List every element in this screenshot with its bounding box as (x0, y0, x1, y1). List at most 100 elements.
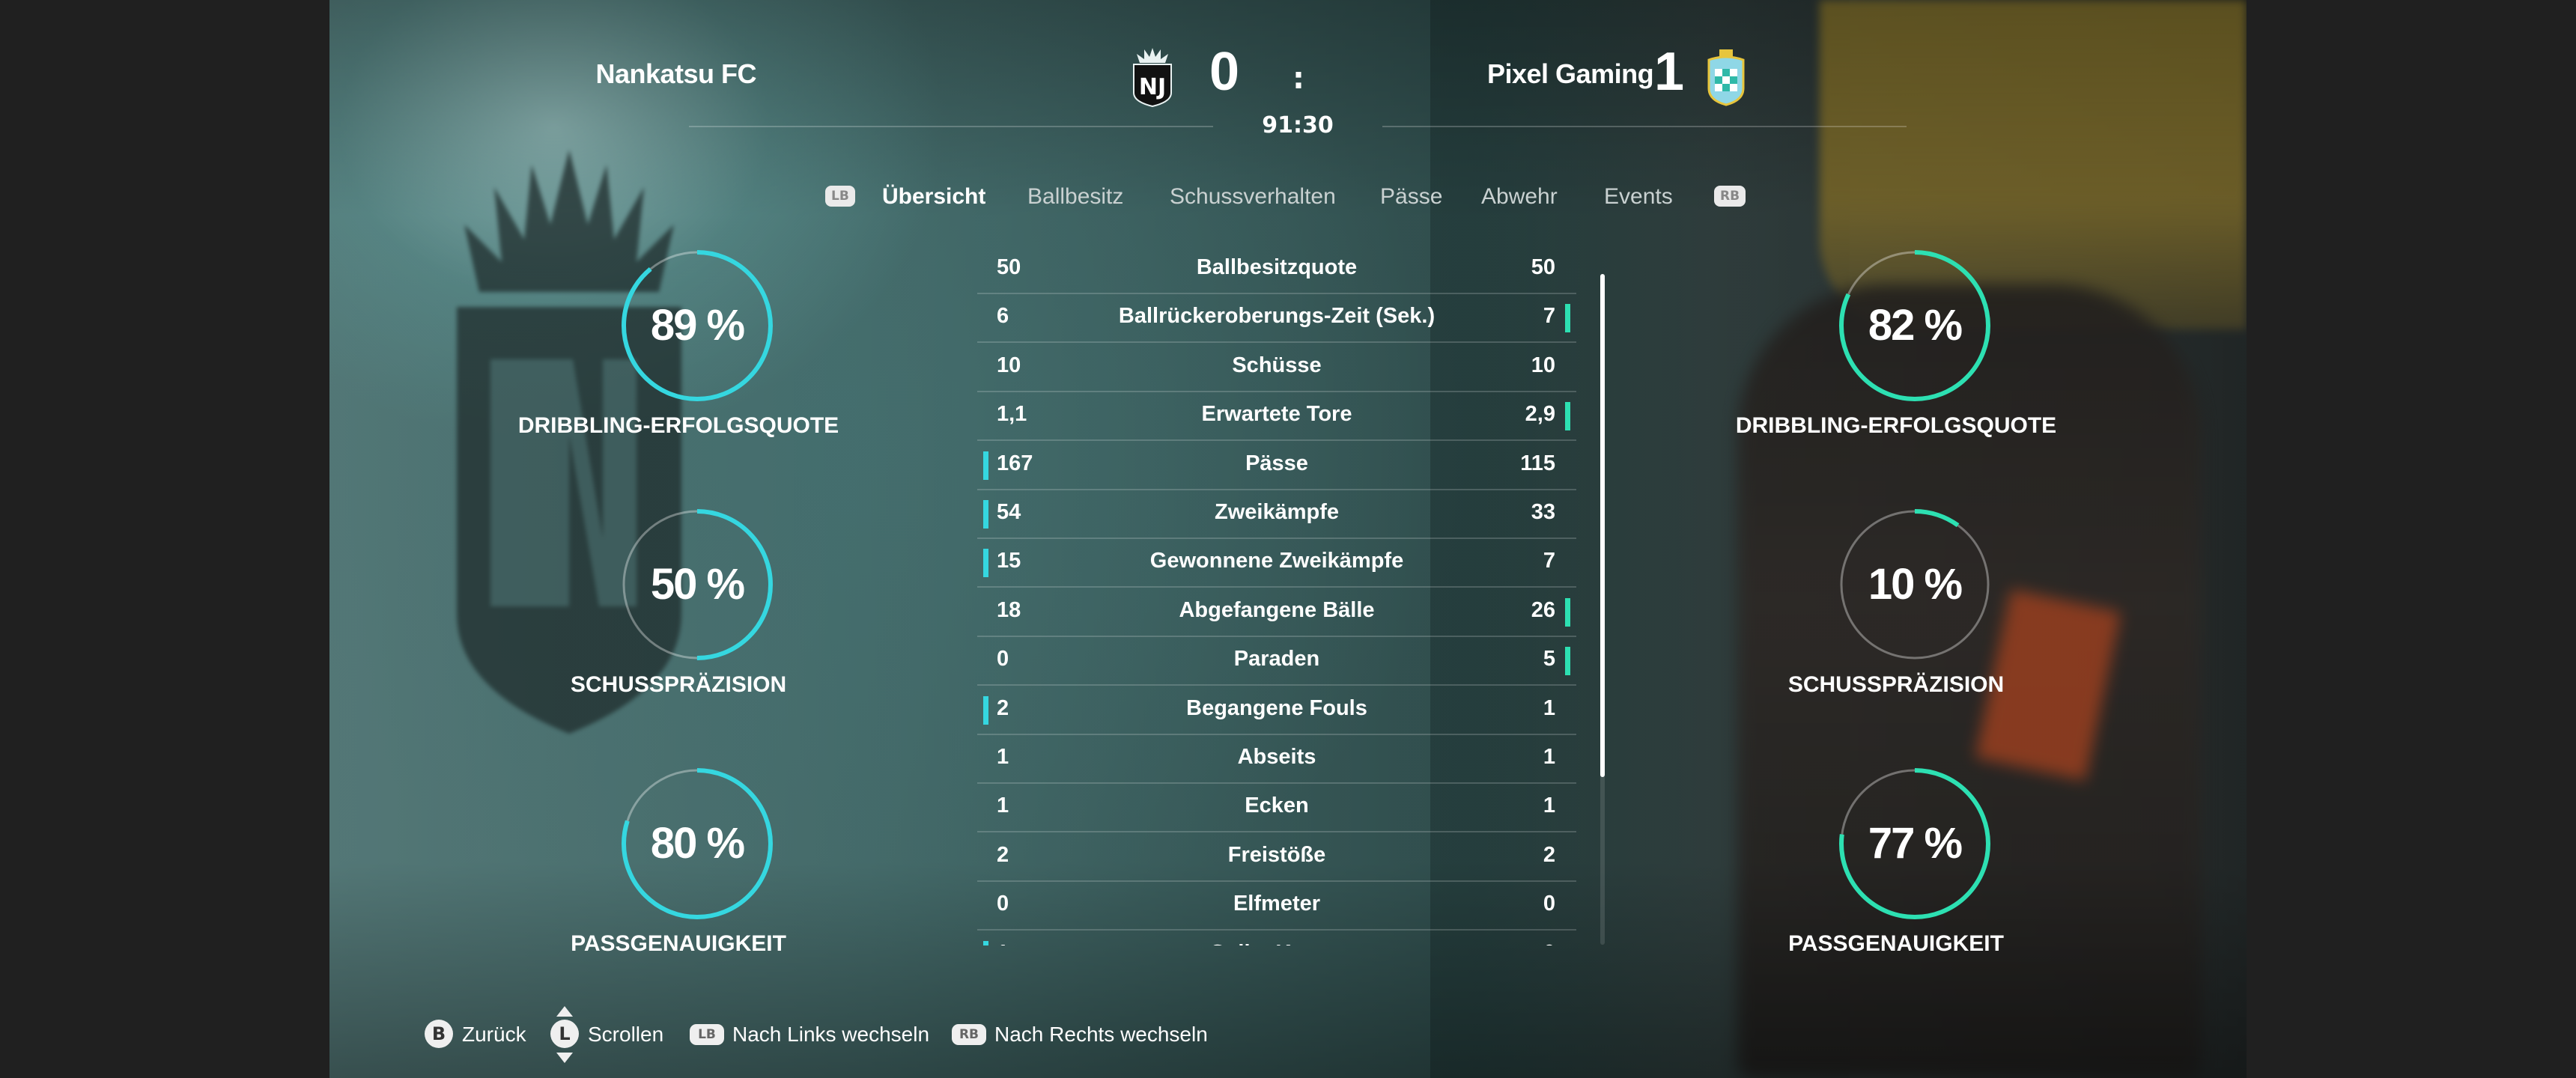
chevron-down-icon (556, 1053, 573, 1063)
gauge-value: 82 % (1868, 301, 1963, 350)
gauge-label: DRIBBLING-ERFOLGSQUOTE (517, 413, 839, 438)
chevron-up-icon (556, 1006, 573, 1017)
home-score: 0 (1209, 42, 1240, 102)
switch-right-label: Nach Rechts wechseln (994, 1023, 1208, 1046)
gauge-label: PASSGENAUIGKEIT (571, 931, 786, 956)
gauge-label: DRIBBLING-ERFOLGSQUOTE (1735, 413, 2057, 438)
stat-label: Elfmeter (1233, 892, 1321, 916)
stat-away-value: 1 (1543, 745, 1555, 769)
tab-ballbesitz[interactable]: Ballbesitz (1027, 184, 1123, 210)
stats-row: 1 Ecken 1 (977, 783, 1576, 833)
tab-events[interactable]: Events (1604, 184, 1673, 210)
stats-row: 10 Schüsse 10 (977, 343, 1576, 392)
stat-label: Gewonnene Zweikämpfe (1149, 549, 1404, 573)
stat-label: Erwartete Tore (1201, 402, 1352, 427)
stats-row: 18 Abgefangene Bälle 26 (977, 588, 1576, 637)
score-separator: : (1292, 61, 1304, 96)
stat-label: Zweikämpfe (1215, 500, 1339, 524)
gauge-value: 77 % (1868, 819, 1963, 868)
stats-row: 50 Ballbesitzquote 50 (977, 245, 1576, 294)
match-clock: 91:30 (1262, 112, 1334, 138)
stats-row: 1,1 Erwartete Tore 2,9 (977, 392, 1576, 442)
rb-button-icon: RB (952, 1024, 986, 1045)
stats-row: 0 Paraden 5 (977, 636, 1576, 686)
lb-button-hint[interactable]: LB (825, 186, 855, 207)
scroll-label: Scrollen (588, 1023, 664, 1046)
stat-away-value: 5 (1543, 647, 1555, 672)
stat-away-value: 26 (1531, 597, 1555, 622)
gauge-label: SCHUSSPRÄZISION (570, 672, 787, 697)
stats-row: 2 Freistöße 2 (977, 832, 1576, 882)
gauge-value: 80 % (650, 819, 745, 868)
header-divider-left (689, 126, 1213, 127)
home-leader-marker (983, 695, 988, 725)
stat-label: Pässe (1245, 451, 1308, 475)
stat-away-value: 1 (1543, 695, 1555, 720)
stat-home-value: 18 (997, 597, 1021, 622)
stat-away-value: 7 (1543, 304, 1555, 329)
stat-label: Begangene Fouls (1186, 695, 1367, 720)
stat-home-value: 50 (997, 255, 1021, 279)
stats-scrollbar-thumb[interactable] (1600, 274, 1605, 777)
stat-label: Ballrückeroberungs-Zeit (Sek.) (1118, 304, 1436, 329)
away-leader-marker (1565, 597, 1570, 627)
stat-home-value: 167 (997, 451, 1033, 475)
pixel-gaming-crest-icon (1707, 49, 1745, 106)
tab-paesse[interactable]: Pässe (1380, 184, 1442, 210)
home-team-name: Nankatsu FC (595, 58, 756, 89)
home-leader-marker (983, 940, 988, 945)
stats-row: 1 Gelbe Karten 0 (977, 931, 1576, 945)
stat-home-value: 1 (997, 745, 1009, 769)
stat-home-value: 15 (997, 549, 1021, 573)
stat-label: Gelbe Karten (1090, 941, 1464, 945)
stat-home-value: 0 (997, 892, 1009, 916)
away-leader-marker (1565, 304, 1570, 333)
stat-label: Abgefangene Bälle (1179, 597, 1375, 622)
controller-hints: B Zurück L Scrollen LB Nach Links wechse… (329, 1006, 2247, 1063)
stat-away-value: 2,9 (1525, 402, 1555, 427)
ny-crown-crest-icon: NJ (1133, 48, 1172, 108)
stat-away-value: 1 (1543, 794, 1555, 818)
home-leader-marker (983, 549, 988, 578)
stats-table[interactable]: 50 Ballbesitzquote 50 6 Ballrückeroberungs-Z… (977, 245, 1576, 945)
stats-row: 0 Elfmeter 0 (977, 881, 1576, 931)
away-leader-marker (1565, 647, 1570, 676)
l-stick-icon: L (550, 1020, 579, 1048)
b-button-icon: B (425, 1020, 453, 1048)
stat-home-value: 1 (997, 941, 1009, 945)
back-label: Zurück (462, 1023, 526, 1046)
stat-home-value: 1 (997, 794, 1009, 818)
stat-home-value: 54 (997, 500, 1021, 524)
stat-away-value: 0 (1543, 941, 1555, 945)
stats-row: 15 Gewonnene Zweikämpfe 7 (977, 538, 1576, 588)
header-divider-right (1382, 126, 1907, 127)
home-leader-marker (983, 500, 988, 529)
lb-button-icon: LB (690, 1024, 724, 1045)
stat-home-value: 1,1 (997, 402, 1027, 427)
stats-row: 2 Begangene Fouls 1 (977, 686, 1576, 735)
stats-row: 1 Abseits 1 (977, 734, 1576, 784)
stats-tabs: LB Übersicht Ballbesitz Schussverhalten … (329, 184, 2247, 214)
stat-home-value: 2 (997, 695, 1009, 720)
stat-home-value: 6 (997, 304, 1009, 329)
gauge-label: SCHUSSPRÄZISION (1787, 672, 2005, 697)
stats-row: 54 Zweikämpfe 33 (977, 490, 1576, 539)
match-facts-screen: Nankatsu FC NJ 0 : 1 Pixel Gaming 91:30 … (329, 0, 2247, 1078)
gauge-value: 50 % (650, 560, 745, 609)
svg-text:NJ: NJ (1139, 74, 1166, 100)
gauge-value: 10 % (1868, 560, 1963, 609)
tab-schussverhalten[interactable]: Schussverhalten (1170, 184, 1336, 210)
stat-label: Ecken (1245, 794, 1309, 818)
stat-label: Ballbesitzquote (1196, 255, 1358, 279)
stat-away-value: 0 (1543, 892, 1555, 916)
away-team-name: Pixel Gaming (1487, 58, 1654, 89)
tab-uebersicht[interactable]: Übersicht (882, 184, 985, 210)
stat-away-value: 33 (1531, 500, 1555, 524)
stat-label: Freistöße (1227, 842, 1326, 867)
stat-away-value: 50 (1531, 255, 1555, 279)
rb-button-hint[interactable]: RB (1714, 186, 1746, 207)
stat-home-value: 10 (997, 353, 1021, 377)
home-leader-marker (983, 451, 988, 480)
tab-abwehr[interactable]: Abwehr (1481, 184, 1558, 210)
stat-label: Paraden (1233, 647, 1320, 672)
